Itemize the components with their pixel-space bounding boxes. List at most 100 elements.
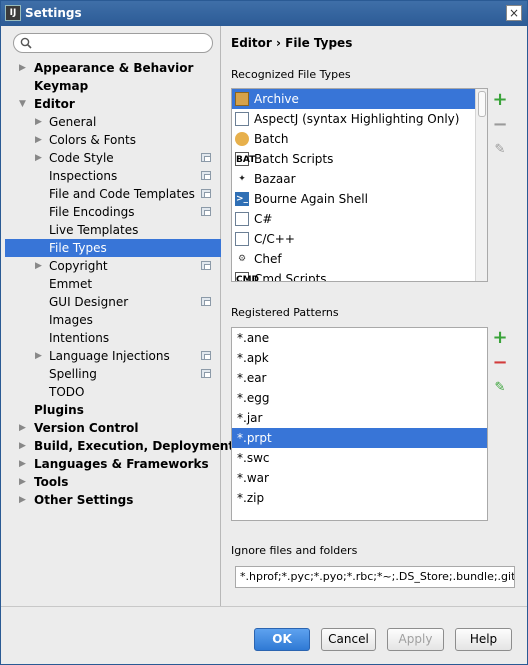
help-button[interactable]: Help (455, 628, 512, 651)
sidebar-item-keymap[interactable]: Keymap (5, 77, 221, 95)
chevron-right-icon[interactable]: ▶ (35, 131, 45, 149)
pattern-row[interactable]: *.ane (232, 328, 487, 348)
breadcrumb-parent: Editor (231, 36, 272, 50)
pattern-row[interactable]: *.swc (232, 448, 487, 468)
list-item[interactable]: Archive (232, 89, 487, 109)
settings-tree: ▶ Appearance & Behavior Keymap ▼ Editor ▶ Gene… (5, 59, 234, 509)
sidebar-item-intentions[interactable]: Intentions (5, 329, 221, 347)
scrollbar-thumb[interactable] (478, 91, 486, 117)
sidebar-item-spelling[interactable]: Spelling (5, 365, 221, 383)
edit-file-type-button[interactable]: ✎ (491, 142, 509, 160)
project-scope-icon (201, 189, 211, 198)
title-bar[interactable]: IJ Settings × (1, 1, 527, 26)
close-icon[interactable]: × (506, 5, 522, 21)
recognized-file-types-list[interactable]: Archive AspectJ (syntax Highlighting Only… (231, 88, 488, 282)
sidebar-item-file-types[interactable]: File Types (5, 239, 221, 257)
chevron-right-icon[interactable]: ▶ (19, 437, 29, 455)
sidebar-item-copyright[interactable]: ▶ Copyright (5, 257, 221, 275)
ignore-files-input[interactable]: *.hprof;*.pyc;*.pyo;*.rbc;*~;.DS_Store;.… (235, 566, 515, 588)
pattern-row[interactable]: *.war (232, 468, 487, 488)
chevron-right-icon[interactable]: ▶ (19, 473, 29, 491)
list-item[interactable]: C# (232, 209, 487, 229)
bat-script-icon: BAT (235, 152, 255, 166)
csharp-file-icon (235, 212, 249, 226)
file-types-scrollbar[interactable] (475, 89, 487, 281)
sidebar-item-file-encodings[interactable]: File Encodings (5, 203, 221, 221)
chevron-right-icon[interactable]: ▶ (35, 347, 45, 365)
ok-button[interactable]: OK (254, 628, 310, 651)
file-type-rows: Archive AspectJ (syntax Highlighting Only… (232, 89, 487, 281)
sidebar-item-live-templates[interactable]: Live Templates (5, 221, 221, 239)
remove-pattern-button[interactable]: − (491, 354, 509, 373)
registered-patterns-list[interactable]: *.ane *.apk *.ear *.egg *.jar *.prpt *.swc *.wa… (231, 327, 488, 521)
list-item[interactable]: Batch (232, 129, 487, 149)
sidebar-item-plugins[interactable]: Plugins (5, 401, 221, 419)
sidebar-item-label: Images (49, 313, 93, 327)
sidebar-item-gui-designer[interactable]: GUI Designer (5, 293, 221, 311)
list-item[interactable]: AspectJ (syntax Highlighting Only) (232, 109, 487, 129)
chevron-right-icon[interactable]: ▶ (19, 419, 29, 437)
sidebar-item-inspections[interactable]: Inspections (5, 167, 221, 185)
chevron-down-icon[interactable]: ▼ (19, 95, 29, 113)
sidebar-item-todo[interactable]: TODO (5, 383, 221, 401)
pattern-row[interactable]: *.jar (232, 408, 487, 428)
file-type-label: Batch (254, 132, 289, 146)
sidebar-item-editor[interactable]: ▼ Editor (5, 95, 221, 113)
sidebar-item-tools[interactable]: ▶ Tools (5, 473, 221, 491)
recognized-file-types-label: Recognized File Types (231, 68, 351, 81)
chevron-right-icon[interactable]: ▶ (19, 59, 29, 77)
sidebar-item-emmet[interactable]: Emmet (5, 275, 221, 293)
pattern-row[interactable]: *.apk (232, 348, 487, 368)
sidebar-item-label: GUI Designer (49, 295, 129, 309)
sidebar-item-file-and-code-templates[interactable]: File and Code Templates (5, 185, 221, 203)
add-file-type-button[interactable]: + (491, 91, 509, 110)
sidebar-item-version-control[interactable]: ▶ Version Control (5, 419, 221, 437)
chef-icon: ⚙ (237, 254, 247, 264)
sidebar-item-build-execution-deployment[interactable]: ▶ Build, Execution, Deployment (5, 437, 234, 455)
chevron-right-icon[interactable]: ▶ (19, 491, 29, 509)
sidebar-item-language-injections[interactable]: ▶ Language Injections (5, 347, 221, 365)
settings-window: IJ Settings × ▶ Appearance & Behavior Keym… (0, 0, 528, 665)
sidebar-item-code-style[interactable]: ▶ Code Style (5, 149, 221, 167)
sidebar-item-label: Inspections (49, 169, 118, 183)
list-item[interactable]: CMD Cmd Scripts (232, 269, 487, 281)
chevron-right-icon[interactable]: ▶ (35, 149, 45, 167)
project-scope-icon (201, 369, 211, 378)
sidebar-item-label: Build, Execution, Deployment (34, 439, 235, 453)
aspectj-file-icon (235, 112, 249, 126)
pattern-row[interactable]: *.ear (232, 368, 487, 388)
list-item[interactable]: ⚙ Chef (232, 249, 487, 269)
pattern-row[interactable]: *.prpt (232, 428, 487, 448)
search-input[interactable] (13, 33, 213, 53)
sidebar-item-label: File Encodings (49, 205, 135, 219)
ignore-files-label: Ignore files and folders (231, 544, 358, 557)
chevron-right-icon[interactable]: ▶ (35, 257, 45, 275)
sidebar-item-other-settings[interactable]: ▶ Other Settings (5, 491, 221, 509)
pattern-row[interactable]: *.zip (232, 488, 487, 508)
sidebar-item-general[interactable]: ▶ General (5, 113, 221, 131)
sidebar-item-colors-fonts[interactable]: ▶ Colors & Fonts (5, 131, 221, 149)
apply-button[interactable]: Apply (387, 628, 444, 651)
dialog-footer: OK Cancel Apply Help (1, 606, 527, 664)
cancel-button[interactable]: Cancel (321, 628, 376, 651)
chevron-right-icon[interactable]: ▶ (35, 113, 45, 131)
file-type-label: Chef (254, 252, 282, 266)
intellij-icon: IJ (5, 5, 21, 21)
list-item[interactable]: C/C++ (232, 229, 487, 249)
sidebar-item-images[interactable]: Images (5, 311, 221, 329)
edit-pattern-button[interactable]: ✎ (491, 380, 509, 398)
chevron-right-icon[interactable]: ▶ (19, 455, 29, 473)
file-type-label: C/C++ (254, 232, 295, 246)
sidebar-item-label: Emmet (49, 277, 93, 291)
remove-file-type-button[interactable]: − (491, 116, 509, 135)
sidebar-item-appearance-behavior[interactable]: ▶ Appearance & Behavior (5, 59, 221, 77)
sidebar-item-languages-frameworks[interactable]: ▶ Languages & Frameworks (5, 455, 221, 473)
list-item[interactable]: >_ Bourne Again Shell (232, 189, 487, 209)
sidebar-item-label: General (49, 115, 97, 129)
sidebar-item-label: Appearance & Behavior (34, 61, 194, 75)
add-pattern-button[interactable]: + (491, 329, 509, 348)
list-item[interactable]: ✦ Bazaar (232, 169, 487, 189)
pattern-row[interactable]: *.egg (232, 388, 487, 408)
list-item[interactable]: BAT Batch Scripts (232, 149, 487, 169)
sidebar-item-label: Live Templates (49, 223, 139, 237)
